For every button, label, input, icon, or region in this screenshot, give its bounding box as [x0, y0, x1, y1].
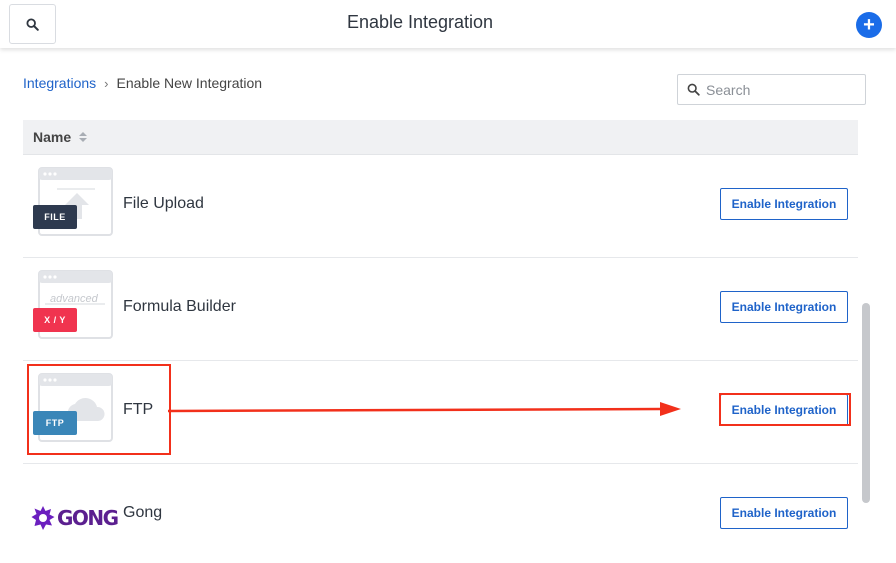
enable-integration-button[interactable]: Enable Integration	[720, 188, 848, 220]
ftp-logo: FTP	[33, 373, 113, 443]
integration-name: FTP	[123, 401, 154, 418]
search-input[interactable]	[706, 81, 856, 98]
file-badge: FILE	[33, 205, 77, 229]
advanced-label: advanced	[50, 293, 98, 305]
integration-name: Gong	[123, 504, 163, 521]
table-header: Name	[23, 120, 858, 155]
page-title: Enable Integration	[346, 12, 494, 32]
file-upload-logo: FILE	[33, 167, 113, 237]
add-button[interactable]: +	[856, 12, 882, 38]
plus-icon: +	[863, 14, 875, 36]
table-row: FTP FTP Enable Integration	[23, 361, 858, 464]
gong-wordmark: GONG	[57, 506, 119, 530]
integration-list: FILE File Upload Enable Integration adva…	[23, 155, 858, 563]
formula-badge: X / Y	[33, 308, 77, 332]
integration-name: Formula Builder	[123, 298, 236, 315]
gong-logo: GONG	[31, 505, 119, 531]
breadcrumb-separator: ›	[104, 75, 109, 91]
enable-integration-button[interactable]: Enable Integration	[720, 291, 848, 323]
table-row: GONG Gong Enable Integration	[23, 464, 858, 563]
gong-burst-icon	[31, 506, 55, 530]
breadcrumb-integrations-link[interactable]: Integrations	[23, 75, 96, 91]
breadcrumb: Integrations › Enable New Integration	[23, 75, 262, 91]
search-icon	[687, 83, 700, 96]
enable-integration-button[interactable]: Enable Integration	[720, 497, 848, 529]
formula-builder-logo: advanced X / Y	[33, 270, 113, 340]
column-header-name[interactable]: Name	[33, 129, 71, 145]
breadcrumb-current: Enable New Integration	[116, 75, 263, 91]
enable-integration-button[interactable]: Enable Integration	[720, 394, 848, 426]
table-row: advanced X / Y Formula Builder Enable In…	[23, 258, 858, 361]
scrollbar-thumb[interactable]	[862, 303, 870, 503]
integration-name: File Upload	[123, 195, 204, 212]
sort-icon[interactable]	[79, 132, 88, 142]
table-row: FILE File Upload Enable Integration	[23, 155, 858, 258]
ftp-badge: FTP	[33, 411, 77, 435]
search-field[interactable]	[677, 74, 866, 105]
top-bar: Enable Integration +	[0, 0, 896, 48]
